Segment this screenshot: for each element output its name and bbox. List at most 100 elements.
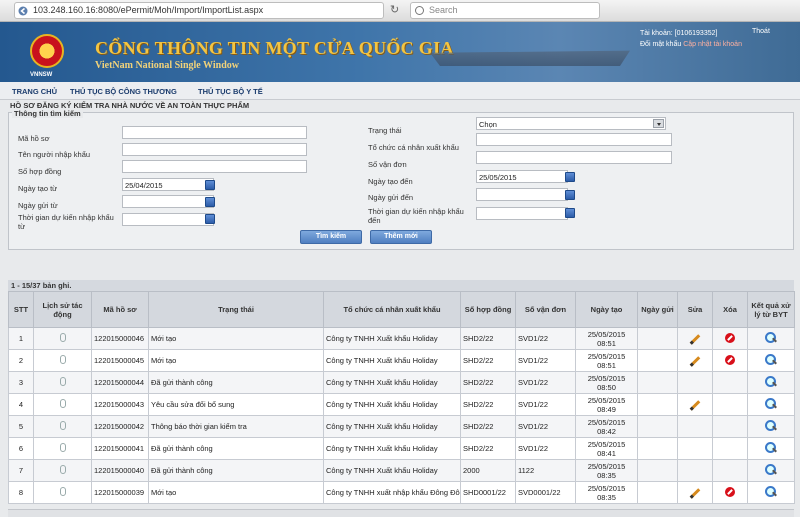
cell-ma-ho-so[interactable]: 122015000041	[91, 437, 149, 460]
logout-link[interactable]: Thoát	[752, 28, 770, 35]
calendar-icon[interactable]	[565, 208, 575, 218]
table-row[interactable]: 6 122015000041 Đã gửi thành công Công ty TN…	[8, 437, 795, 460]
history-icon[interactable]	[59, 355, 66, 364]
cell-result[interactable]	[747, 349, 795, 372]
menu-moh[interactable]: THỦ TỤC BỘ Y TẾ	[198, 87, 263, 96]
back-arrow-icon[interactable]	[18, 6, 28, 16]
cell-result[interactable]	[747, 481, 795, 504]
trang-thai-select[interactable]: Chọn	[476, 117, 666, 130]
cell-result[interactable]	[747, 393, 795, 416]
cell-result[interactable]	[747, 371, 795, 394]
ngay-gui-den-input[interactable]	[476, 188, 568, 201]
cell-edit[interactable]	[677, 349, 713, 372]
history-icon[interactable]	[59, 399, 66, 408]
to-chuc-input[interactable]	[476, 133, 672, 146]
table-row[interactable]: 7 122015000040 Đã gửi thành công Công ty TN…	[8, 459, 795, 482]
magnifier-icon[interactable]	[765, 442, 777, 453]
cell-history[interactable]	[33, 415, 92, 438]
cell-result[interactable]	[747, 459, 795, 482]
magnifier-icon[interactable]	[765, 332, 777, 343]
calendar-icon[interactable]	[565, 172, 575, 182]
pencil-icon[interactable]	[689, 334, 701, 345]
cell-history[interactable]	[33, 327, 92, 350]
cell-delete[interactable]	[712, 327, 748, 350]
cell-history[interactable]	[33, 371, 92, 394]
cell-ma-ho-so[interactable]: 122015000045	[91, 349, 149, 372]
magnifier-icon[interactable]	[765, 486, 777, 497]
cell-status: Mới tạo	[148, 349, 324, 372]
ngay-gui-tu-input[interactable]	[122, 195, 214, 208]
ma-ho-so-input[interactable]	[122, 126, 307, 139]
ngay-tao-den-input[interactable]: 25/05/2015	[476, 170, 568, 183]
magnifier-icon[interactable]	[765, 464, 777, 475]
horizontal-scrollbar[interactable]	[8, 509, 794, 517]
history-icon[interactable]	[59, 443, 66, 452]
nguoi-nhap-khau-input[interactable]	[122, 143, 307, 156]
delete-icon[interactable]	[725, 332, 735, 343]
magnifier-icon[interactable]	[765, 398, 777, 409]
search-button[interactable]: Tìm kiếm	[300, 230, 362, 244]
cell-result[interactable]	[747, 437, 795, 460]
so-hop-dong-input[interactable]	[122, 160, 307, 173]
cell-ma-ho-so[interactable]: 122015000044	[91, 371, 149, 394]
cell-delete[interactable]	[712, 349, 748, 372]
menu-home[interactable]: TRANG CHỦ	[12, 87, 57, 96]
cell-history[interactable]	[33, 393, 92, 416]
cell-ma-ho-so[interactable]: 122015000042	[91, 415, 149, 438]
cell-result[interactable]	[747, 415, 795, 438]
change-password-link[interactable]: Đổi mật khẩu	[640, 41, 681, 48]
table-row[interactable]: 4 122015000043 Yêu cầu sửa đổi bổ sung Công…	[8, 393, 795, 416]
table-row[interactable]: 1 122015000046 Mới tạo Công ty TNHH Xuất kh…	[8, 327, 795, 350]
thoi-gian-tu-input[interactable]	[122, 213, 214, 226]
calendar-icon[interactable]	[565, 190, 575, 200]
delete-icon[interactable]	[725, 486, 735, 497]
menu-moit[interactable]: THỦ TỤC BỘ CÔNG THƯƠNG	[70, 87, 177, 96]
cell-history[interactable]	[33, 437, 92, 460]
calendar-icon[interactable]	[205, 214, 215, 224]
calendar-icon[interactable]	[205, 180, 215, 190]
cell-so-hop-dong: SHD2/22	[460, 349, 516, 372]
cell-edit[interactable]	[677, 481, 713, 504]
table-row[interactable]: 2 122015000045 Mới tạo Công ty TNHH Xuất kh…	[8, 349, 795, 372]
magnifier-icon[interactable]	[765, 354, 777, 365]
history-icon[interactable]	[59, 487, 66, 496]
cell-history[interactable]	[33, 349, 92, 372]
pencil-icon[interactable]	[689, 488, 701, 499]
table-row[interactable]: 3 122015000044 Đã gửi thành công Công ty TN…	[8, 371, 795, 394]
thoi-gian-den-input[interactable]	[476, 207, 568, 220]
cell-edit[interactable]	[677, 327, 713, 350]
history-icon[interactable]	[59, 465, 66, 474]
cell-delete[interactable]	[712, 481, 748, 504]
cell-result[interactable]	[747, 327, 795, 350]
magnifier-icon[interactable]	[765, 420, 777, 431]
address-bar[interactable]: 103.248.160.16:8080/ePermit/Moh/Import/I…	[14, 2, 384, 19]
cell-history[interactable]	[33, 481, 92, 504]
table-row[interactable]: 5 122015000042 Thông báo thời gian kiểm tr…	[8, 415, 795, 438]
reload-icon[interactable]: ↻	[390, 3, 399, 16]
trang-thai-value: Chọn	[479, 120, 497, 129]
history-icon[interactable]	[59, 377, 66, 386]
cell-ma-ho-so[interactable]: 122015000039	[91, 481, 149, 504]
cell-ma-ho-so[interactable]: 122015000046	[91, 327, 149, 350]
pencil-icon[interactable]	[689, 400, 701, 411]
history-icon[interactable]	[59, 333, 66, 342]
add-new-button[interactable]: Thêm mới	[370, 230, 432, 244]
ngay-tao-tu-input[interactable]: 25/04/2015	[122, 178, 214, 191]
history-icon[interactable]	[59, 421, 66, 430]
calendar-icon[interactable]	[205, 197, 215, 207]
update-account-link[interactable]: Cập nhật tài khoản	[683, 41, 742, 48]
label-trang-thai: Trạng thái	[368, 126, 402, 135]
cell-status: Đã gửi thành công	[148, 437, 324, 460]
so-van-don-input[interactable]	[476, 151, 672, 164]
cell-ma-ho-so[interactable]: 122015000043	[91, 393, 149, 416]
delete-icon[interactable]	[725, 354, 735, 365]
cell-ngay-tao: 25/05/2015 08:51	[575, 327, 638, 350]
cell-history[interactable]	[33, 459, 92, 482]
browser-search-input[interactable]: Search	[410, 2, 600, 19]
created-date: 25/05/2015	[587, 395, 626, 405]
magnifier-icon[interactable]	[765, 376, 777, 387]
pencil-icon[interactable]	[689, 356, 701, 367]
cell-edit[interactable]	[677, 393, 713, 416]
cell-ma-ho-so[interactable]: 122015000040	[91, 459, 149, 482]
table-row[interactable]: 8 122015000039 Mới tạo Công ty TNHH xuất nh…	[8, 481, 795, 504]
